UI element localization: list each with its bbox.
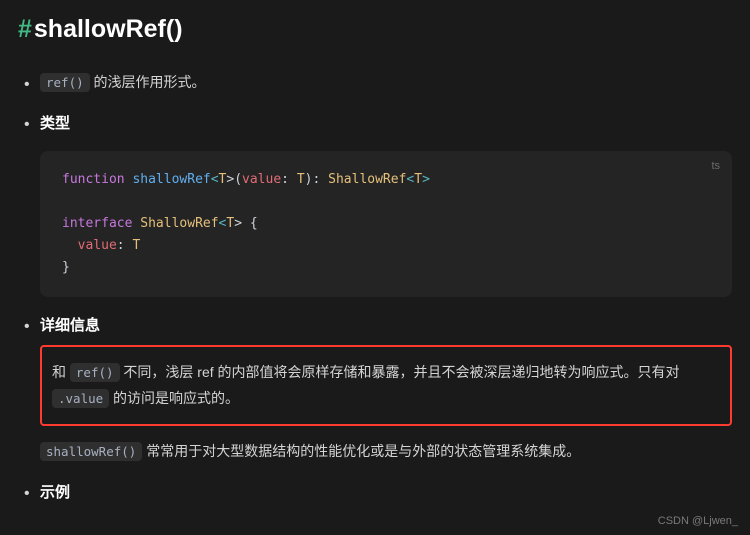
details-paragraph-2: shallowRef() 常常用于对大型数据结构的性能优化或是与外部的状态管理系… (40, 438, 732, 465)
intro-text: 的浅层作用形式。 (90, 74, 206, 90)
page-heading: #shallowRef() (18, 8, 732, 51)
section-example: 示例 (40, 480, 732, 506)
example-section-title: 示例 (40, 480, 732, 506)
type-section-title: 类型 (40, 111, 732, 137)
highlight-box: 和 ref() 不同，浅层 ref 的内部值将会原样存储和暴露，并且不会被深层递… (40, 345, 732, 426)
lang-tag: ts (711, 157, 720, 176)
section-details: 详细信息 和 ref() 不同，浅层 ref 的内部值将会原样存储和暴露，并且不… (40, 313, 732, 464)
ref-code-inline: ref() (40, 73, 90, 92)
type-code-block: tsfunction shallowRef<T>(value: T): Shal… (40, 151, 732, 297)
anchor-hash[interactable]: # (18, 15, 32, 43)
heading-title: shallowRef() (34, 15, 183, 43)
value-code-inline: .value (52, 389, 109, 408)
details-paragraph-1: 和 ref() 不同，浅层 ref 的内部值将会原样存储和暴露，并且不会被深层递… (52, 359, 720, 412)
intro-item: ref() 的浅层作用形式。 (40, 69, 732, 96)
details-section-title: 详细信息 (40, 313, 732, 339)
shallowref-code-inline: shallowRef() (40, 442, 142, 461)
section-type: 类型 tsfunction shallowRef<T>(value: T): S… (40, 111, 732, 297)
watermark: CSDN @Ljwen_ (658, 512, 738, 531)
ref-code-inline: ref() (70, 363, 120, 382)
